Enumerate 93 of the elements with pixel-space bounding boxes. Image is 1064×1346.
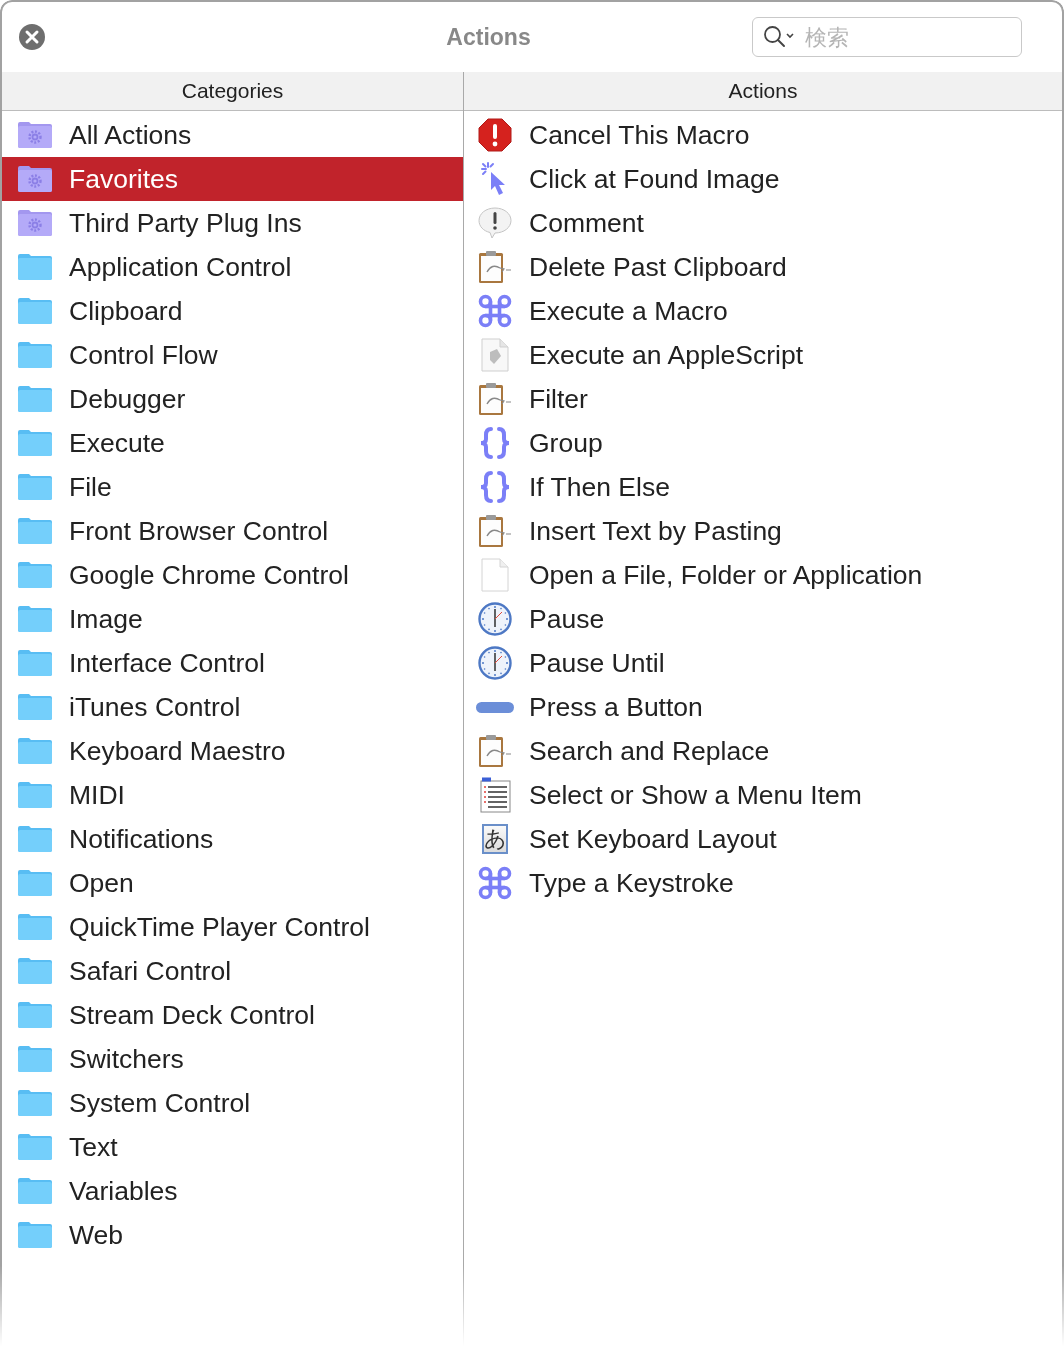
folder-icon: [17, 253, 53, 281]
blank-document-icon: [481, 558, 509, 592]
column-header: Categories: [181, 79, 284, 103]
action-item[interactable]: Delete Past Clipboard: [464, 245, 1062, 289]
action-item[interactable]: Execute a Macro: [464, 289, 1062, 333]
folder-icon: [17, 913, 53, 941]
folder-icon: [17, 1221, 53, 1249]
curly-braces-icon: [478, 470, 512, 504]
folder-icon: [17, 341, 53, 369]
action-item[interactable]: Select or Show a Menu Item: [464, 773, 1062, 817]
action-item[interactable]: Insert Text by Pasting: [464, 509, 1062, 553]
gear-folder-icon: [17, 121, 53, 149]
category-item[interactable]: Control Flow: [2, 333, 463, 377]
action-item[interactable]: Pause: [464, 597, 1062, 641]
category-item[interactable]: Keyboard Maestro: [2, 729, 463, 773]
search-field[interactable]: 検索: [752, 17, 1022, 57]
action-item[interactable]: If Then Else: [464, 465, 1062, 509]
action-item[interactable]: Open a File, Folder or Application: [464, 553, 1062, 597]
folder-icon: [17, 561, 53, 589]
menu-list-icon: [479, 777, 511, 813]
folder-icon: [17, 1089, 53, 1117]
folder-icon: [17, 693, 53, 721]
curly-braces-icon: [478, 426, 512, 460]
action-item[interactable]: Press a Button: [464, 685, 1062, 729]
action-item[interactable]: Comment: [464, 201, 1062, 245]
category-item[interactable]: Text: [2, 1125, 463, 1169]
command-key-icon: [478, 294, 512, 328]
folder-icon: [17, 297, 53, 325]
action-item[interactable]: Type a Keystroke: [464, 861, 1062, 905]
clock-icon: [478, 646, 512, 680]
window-title: Actions: [446, 23, 531, 51]
category-item[interactable]: Google Chrome Control: [2, 553, 463, 597]
clipboard-icon: [478, 514, 512, 548]
category-item[interactable]: Application Control: [2, 245, 463, 289]
folder-icon: [17, 825, 53, 853]
folder-icon: [17, 1045, 53, 1073]
category-item[interactable]: MIDI: [2, 773, 463, 817]
category-item[interactable]: Clipboard: [2, 289, 463, 333]
category-item[interactable]: Variables: [2, 1169, 463, 1213]
action-item[interactable]: Pause Until: [464, 641, 1062, 685]
category-item[interactable]: Safari Control: [2, 949, 463, 993]
category-item[interactable]: Front Browser Control: [2, 509, 463, 553]
gear-folder-icon: [17, 209, 53, 237]
stop-sign-icon: [478, 118, 512, 152]
clock-icon: [478, 602, 512, 636]
folder-icon: [17, 957, 53, 985]
folder-icon: [17, 1177, 53, 1205]
folder-icon: [17, 605, 53, 633]
keyboard-layout-icon: あ: [482, 824, 508, 854]
category-item[interactable]: Stream Deck Control: [2, 993, 463, 1037]
category-item[interactable]: QuickTime Player Control: [2, 905, 463, 949]
action-item[interactable]: Group: [464, 421, 1062, 465]
action-item[interactable]: Execute an AppleScript: [464, 333, 1062, 377]
folder-icon: [17, 737, 53, 765]
folder-icon: [17, 1133, 53, 1161]
folder-icon: [17, 385, 53, 413]
clipboard-icon: [478, 734, 512, 768]
category-item[interactable]: Open: [2, 861, 463, 905]
command-key-icon: [478, 866, 512, 900]
category-item[interactable]: Execute: [2, 421, 463, 465]
folder-icon: [17, 649, 53, 677]
folder-icon: [17, 517, 53, 545]
folder-icon: [17, 429, 53, 457]
action-item[interactable]: あ Set Keyboard Layout: [464, 817, 1062, 861]
category-item[interactable]: iTunes Control: [2, 685, 463, 729]
folder-icon: [17, 781, 53, 809]
column-header: Actions: [728, 79, 798, 103]
category-item[interactable]: Switchers: [2, 1037, 463, 1081]
search-icon: [763, 25, 795, 49]
category-item[interactable]: File: [2, 465, 463, 509]
category-item[interactable]: Notifications: [2, 817, 463, 861]
close-icon[interactable]: [19, 24, 45, 50]
category-item[interactable]: Third Party Plug Ins: [2, 201, 463, 245]
category-item[interactable]: Image: [2, 597, 463, 641]
folder-icon: [17, 473, 53, 501]
clipboard-icon: [478, 382, 512, 416]
action-item[interactable]: Click at Found Image: [464, 157, 1062, 201]
category-item[interactable]: All Actions: [2, 113, 463, 157]
folder-icon: [17, 1001, 53, 1029]
gear-folder-icon: [17, 165, 53, 193]
action-item[interactable]: Search and Replace: [464, 729, 1062, 773]
category-item[interactable]: Interface Control: [2, 641, 463, 685]
script-document-icon: [481, 338, 509, 372]
category-item[interactable]: Debugger: [2, 377, 463, 421]
folder-icon: [17, 869, 53, 897]
category-item[interactable]: Web: [2, 1213, 463, 1257]
action-item[interactable]: Cancel This Macro: [464, 113, 1062, 157]
category-item[interactable]: System Control: [2, 1081, 463, 1125]
category-item[interactable]: Favorites: [2, 157, 463, 201]
pill-button-icon: [476, 701, 514, 713]
clipboard-icon: [478, 250, 512, 284]
speech-bubble-icon: [478, 207, 512, 239]
action-item[interactable]: Filter: [464, 377, 1062, 421]
